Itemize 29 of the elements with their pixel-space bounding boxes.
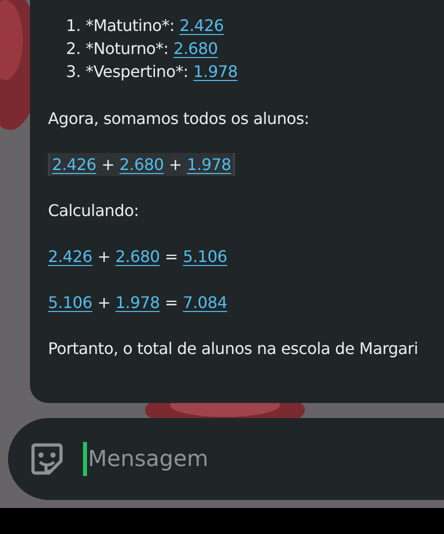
number-link[interactable]: 1.978 xyxy=(115,291,160,314)
list-label: *Noturno*: xyxy=(86,38,168,60)
message-text: Portanto, o total de alunos na escola de Margari xyxy=(48,338,418,360)
operator-symbol: = xyxy=(164,292,178,314)
sticker-icon[interactable] xyxy=(29,441,65,477)
message-text: Agora, somamos todos os alunos: xyxy=(48,108,310,130)
number-link[interactable]: 2.426 xyxy=(179,14,224,37)
number-link[interactable]: 2.426 xyxy=(48,245,92,268)
list-number: 1. xyxy=(66,15,81,37)
number-link[interactable]: 2.426 xyxy=(52,153,96,176)
list-label: *Vespertino*: xyxy=(86,61,188,83)
list-number: 3. xyxy=(66,61,81,83)
number-link[interactable]: 5.106 xyxy=(48,291,92,314)
number-link[interactable]: 1.978 xyxy=(186,153,232,176)
message-text: Calculando: xyxy=(48,200,139,222)
number-link[interactable]: 7.084 xyxy=(182,291,228,314)
number-link[interactable]: 1.978 xyxy=(193,60,238,83)
operator-symbol: + xyxy=(97,292,110,314)
operator-symbol: = xyxy=(164,246,178,268)
operator-symbol: + xyxy=(168,154,182,176)
number-link[interactable]: 2.680 xyxy=(119,153,164,176)
operator-symbol: + xyxy=(101,154,114,176)
list-label: *Matutino*: xyxy=(86,15,174,37)
list-number: 2. xyxy=(66,38,81,60)
message-input-field[interactable]: Mensagem xyxy=(87,446,388,472)
number-link[interactable]: 2.680 xyxy=(173,37,218,60)
operator-symbol: + xyxy=(97,246,110,268)
number-link[interactable]: 2.680 xyxy=(115,245,160,268)
number-link[interactable]: 5.106 xyxy=(182,245,228,268)
